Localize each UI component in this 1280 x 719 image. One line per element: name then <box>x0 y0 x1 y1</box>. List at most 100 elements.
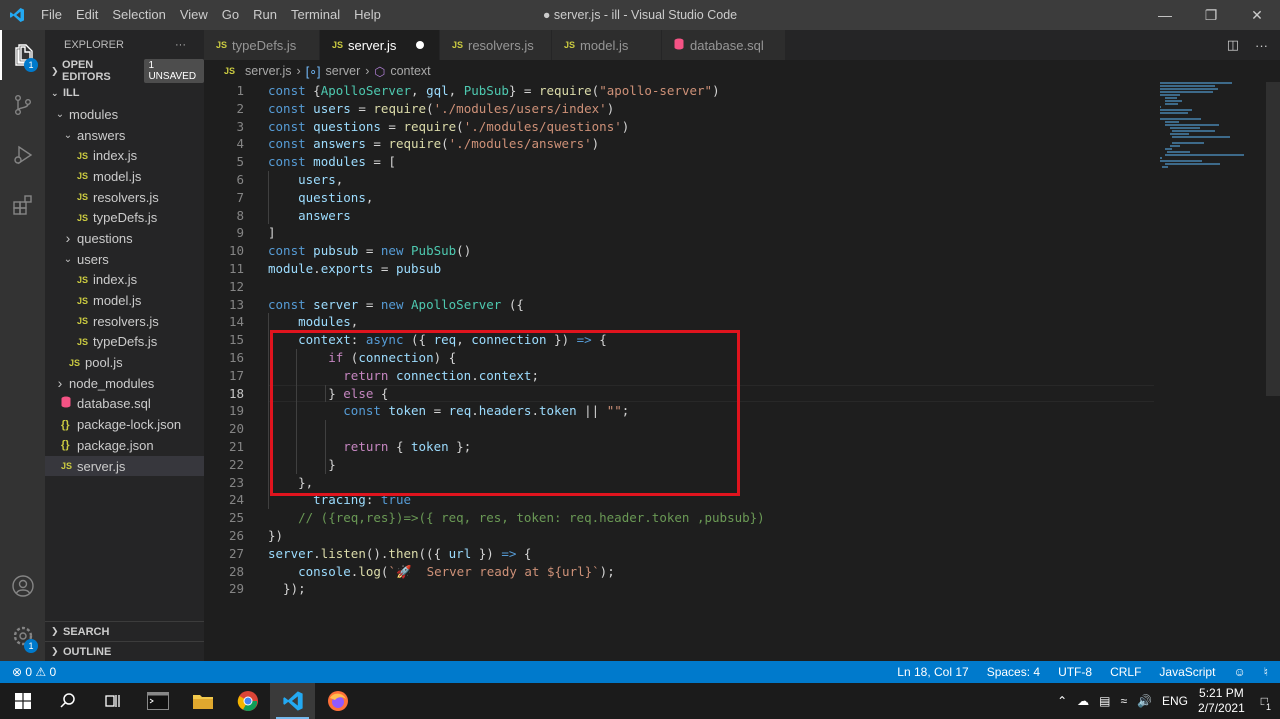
vertical-scrollbar[interactable] <box>1266 82 1280 396</box>
explorer-activity[interactable]: 1 <box>0 30 45 80</box>
minimap-line <box>1162 166 1169 168</box>
taskbar-firefox[interactable] <box>315 683 360 719</box>
more-editor-actions-button[interactable]: ··· <box>1255 38 1268 53</box>
tab-database-sql[interactable]: database.sql <box>662 30 786 60</box>
line-number: 5 <box>236 154 244 170</box>
feedback-icon[interactable]: ☺ <box>1233 665 1245 679</box>
tree-item[interactable]: › questions <box>45 228 204 249</box>
task-view-button[interactable] <box>90 683 135 719</box>
file-tree: ⌄ modules ⌄ answers JS index.js JS model.js JS re… <box>45 104 204 477</box>
minimap-line <box>1160 112 1188 114</box>
run-debug-activity[interactable] <box>0 130 45 180</box>
taskbar-chrome[interactable] <box>225 683 270 719</box>
tree-item[interactable]: JS resolvers.js <box>45 311 204 332</box>
windows-taskbar: ⌃ ☁ ▤ ≈ 🔊 ENG 5:21 PM 2/7/2021 □ 1 <box>0 683 1280 719</box>
cube-icon: ⬡ <box>374 64 386 79</box>
code-text: }) <box>268 528 284 543</box>
tree-item[interactable]: JS typeDefs.js <box>45 332 204 353</box>
folder-root[interactable]: ⌄ ILL <box>45 82 204 104</box>
minimize-button[interactable]: — <box>1142 0 1188 30</box>
more-actions-button[interactable]: ··· <box>175 39 186 51</box>
notifications-icon[interactable]: □ 1 <box>1261 694 1273 712</box>
js-file-icon: JS <box>77 192 89 203</box>
tree-item[interactable]: ⌄ modules <box>45 104 204 125</box>
minimap-line <box>1164 121 1180 123</box>
cursor-position[interactable]: Ln 18, Col 17 <box>897 665 968 679</box>
minimap[interactable] <box>1160 82 1265 168</box>
clock-date: 2/7/2021 <box>1198 701 1245 715</box>
menu-go[interactable]: Go <box>215 0 246 30</box>
breadcrumb-symbol[interactable]: server <box>326 64 361 78</box>
taskbar-vscode[interactable] <box>270 683 315 719</box>
maximize-button[interactable]: ❐ <box>1188 0 1234 30</box>
tree-item[interactable]: {} package-lock.json <box>45 414 204 435</box>
outline-section[interactable]: ❯ OUTLINE <box>45 641 204 661</box>
tab-typedefs-js[interactable]: JS typeDefs.js <box>204 30 320 60</box>
breadcrumb-property[interactable]: context <box>390 64 430 78</box>
open-editors-section[interactable]: ❯ OPEN EDITORS 1 UNSAVED <box>45 59 204 83</box>
js-file-icon: JS <box>452 40 464 50</box>
menu-file[interactable]: File <box>34 0 69 30</box>
end-of-line[interactable]: CRLF <box>1110 665 1141 679</box>
cloud-icon[interactable]: ☁ <box>1077 694 1089 708</box>
line-number: 9 <box>236 225 244 241</box>
clock[interactable]: 5:21 PM 2/7/2021 <box>1198 686 1245 716</box>
vscode-icon <box>282 691 303 711</box>
source-control-activity[interactable] <box>0 80 45 130</box>
menu-help[interactable]: Help <box>347 0 388 30</box>
taskbar-terminal[interactable] <box>135 683 180 719</box>
extensions-activity[interactable] <box>0 180 45 230</box>
tree-item[interactable]: JS model.js <box>45 166 204 187</box>
js-file-icon: JS <box>77 336 89 347</box>
tree-item[interactable]: JS pool.js <box>45 352 204 373</box>
tree-item[interactable]: ⌄ users <box>45 249 204 270</box>
encoding[interactable]: UTF-8 <box>1058 665 1092 679</box>
indentation[interactable]: Spaces: 4 <box>987 665 1040 679</box>
taskbar-file-explorer[interactable] <box>180 683 225 719</box>
bell-icon[interactable]: ♮ <box>1264 665 1268 679</box>
split-editor-icon[interactable]: ◫ <box>1227 37 1239 53</box>
menu-run[interactable]: Run <box>246 0 284 30</box>
line-number: 13 <box>228 296 244 312</box>
folder-icon <box>192 695 213 709</box>
tree-item[interactable]: database.sql <box>45 394 204 415</box>
code-text: ] <box>268 225 276 241</box>
tab-server-js[interactable]: JS server.js <box>320 30 440 60</box>
wifi-icon[interactable]: ≈ <box>1120 694 1127 708</box>
line-number: 20 <box>228 421 244 437</box>
code-text: const users = require('./modules/users/i… <box>268 100 615 116</box>
input-language[interactable]: ENG <box>1162 694 1188 708</box>
unsaved-dot-icon[interactable] <box>416 41 425 49</box>
close-button[interactable]: ✕ <box>1234 0 1280 30</box>
search-button[interactable] <box>45 683 90 719</box>
tree-item[interactable]: JS typeDefs.js <box>45 207 204 228</box>
tab-resolvers-js[interactable]: JS resolvers.js <box>440 30 552 60</box>
line-number: 6 <box>236 172 244 187</box>
menu-view[interactable]: View <box>173 0 215 30</box>
tree-item[interactable]: JS server.js <box>45 455 204 477</box>
language-mode[interactable]: JavaScript <box>1159 665 1215 679</box>
manage-activity[interactable]: 1 <box>0 611 45 661</box>
tree-item[interactable]: ⌄ answers <box>45 125 204 146</box>
search-section[interactable]: ❯ SEARCH <box>45 621 204 641</box>
network-icon[interactable]: ▤ <box>1099 694 1110 708</box>
tree-item[interactable]: JS index.js <box>45 145 204 166</box>
problems-indicator[interactable]: ⊗ 0 ⚠ 0 <box>12 665 56 679</box>
chevron-down-icon: ⌄ <box>63 253 73 265</box>
menu-selection[interactable]: Selection <box>105 0 172 30</box>
volume-icon[interactable]: 🔊 <box>1137 694 1152 708</box>
chevron-up-icon[interactable]: ⌃ <box>1057 694 1067 708</box>
tree-item[interactable]: JS model.js <box>45 290 204 311</box>
minimap-line <box>1160 91 1213 93</box>
tree-item[interactable]: JS index.js <box>45 270 204 291</box>
menu-edit[interactable]: Edit <box>69 0 105 30</box>
start-button[interactable] <box>0 683 45 719</box>
tree-item[interactable]: › node_modules <box>45 373 204 394</box>
accounts-activity[interactable] <box>0 561 45 611</box>
tree-item[interactable]: JS resolvers.js <box>45 187 204 208</box>
tree-item[interactable]: {} package.json <box>45 435 204 456</box>
minimap-line <box>1160 88 1218 90</box>
menu-terminal[interactable]: Terminal <box>284 0 347 30</box>
tab-model-js[interactable]: JS model.js <box>552 30 662 60</box>
breadcrumb-file[interactable]: server.js <box>245 64 292 78</box>
